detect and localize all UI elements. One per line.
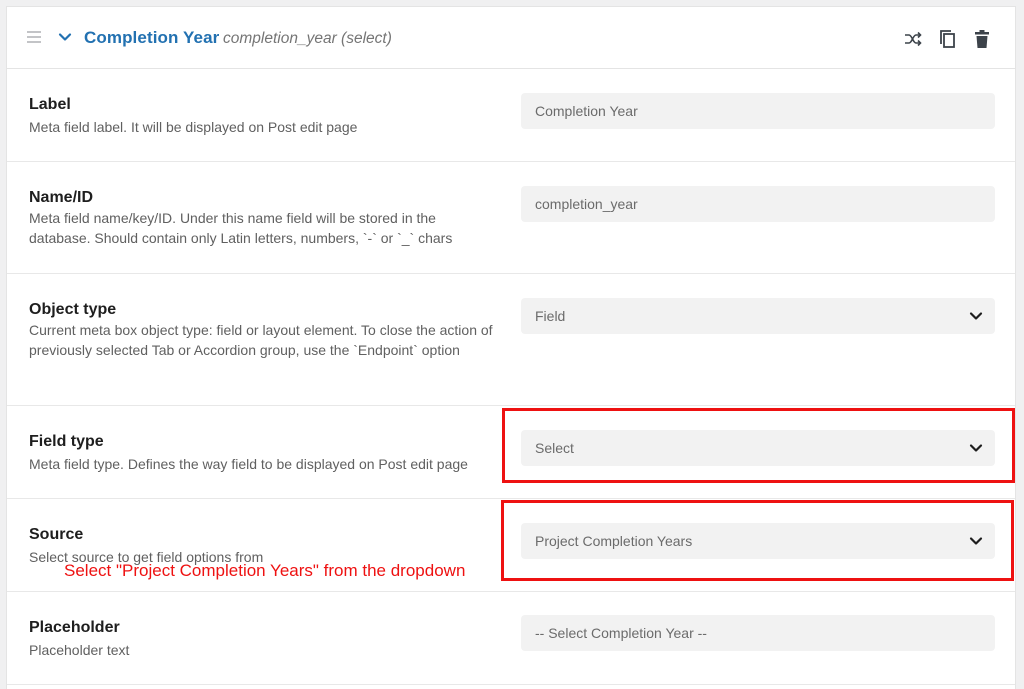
- field-type-highlight-box: [502, 408, 1015, 483]
- placeholder-row: Placeholder Placeholder text -- Select C…: [7, 592, 1015, 685]
- field-header[interactable]: Completion Year completion_year (select): [7, 7, 1015, 69]
- source-title: Source: [29, 526, 84, 543]
- field-title[interactable]: Completion Year: [84, 28, 219, 48]
- chevron-down-icon[interactable]: [57, 29, 73, 45]
- placeholder-input[interactable]: -- Select Completion Year --: [521, 615, 995, 651]
- label-row: Label Meta field label. It will be displ…: [7, 69, 1015, 162]
- label-description: Meta field label. It will be displayed o…: [29, 119, 358, 135]
- object-type-title: Object type: [29, 301, 117, 318]
- placeholder-title: Placeholder: [29, 619, 120, 636]
- name-id-row: Name/ID Meta field name/key/ID. Under th…: [7, 162, 1015, 274]
- instruction-note: Select "Project Completion Years" from t…: [64, 561, 466, 580]
- name-id-input[interactable]: completion_year: [521, 186, 995, 222]
- trash-icon[interactable]: [972, 29, 992, 49]
- source-highlight-box: [501, 500, 1014, 581]
- field-subtitle: completion_year (select): [223, 30, 392, 47]
- chevron-down-icon: [969, 312, 983, 320]
- object-type-row: Object type Current meta box object type…: [7, 274, 1015, 406]
- shuffle-icon[interactable]: [903, 29, 923, 49]
- object-type-select[interactable]: Field: [521, 298, 995, 334]
- label-input[interactable]: Completion Year: [521, 93, 995, 129]
- object-type-description: Current meta box object type: field or l…: [29, 322, 493, 358]
- name-id-title: Name/ID: [29, 189, 94, 206]
- placeholder-description: Placeholder text: [29, 642, 130, 658]
- meta-field-panel: Completion Year completion_year (select)…: [6, 6, 1016, 689]
- drag-handle-icon[interactable]: [27, 31, 41, 43]
- copy-icon[interactable]: [938, 29, 958, 49]
- name-id-description: Meta field name/key/ID. Under this name …: [29, 210, 453, 246]
- field-type-description: Meta field type. Defines the way field t…: [29, 456, 468, 472]
- label-title: Label: [29, 96, 71, 113]
- object-type-select-value: Field: [535, 308, 566, 324]
- field-type-title: Field type: [29, 433, 104, 450]
